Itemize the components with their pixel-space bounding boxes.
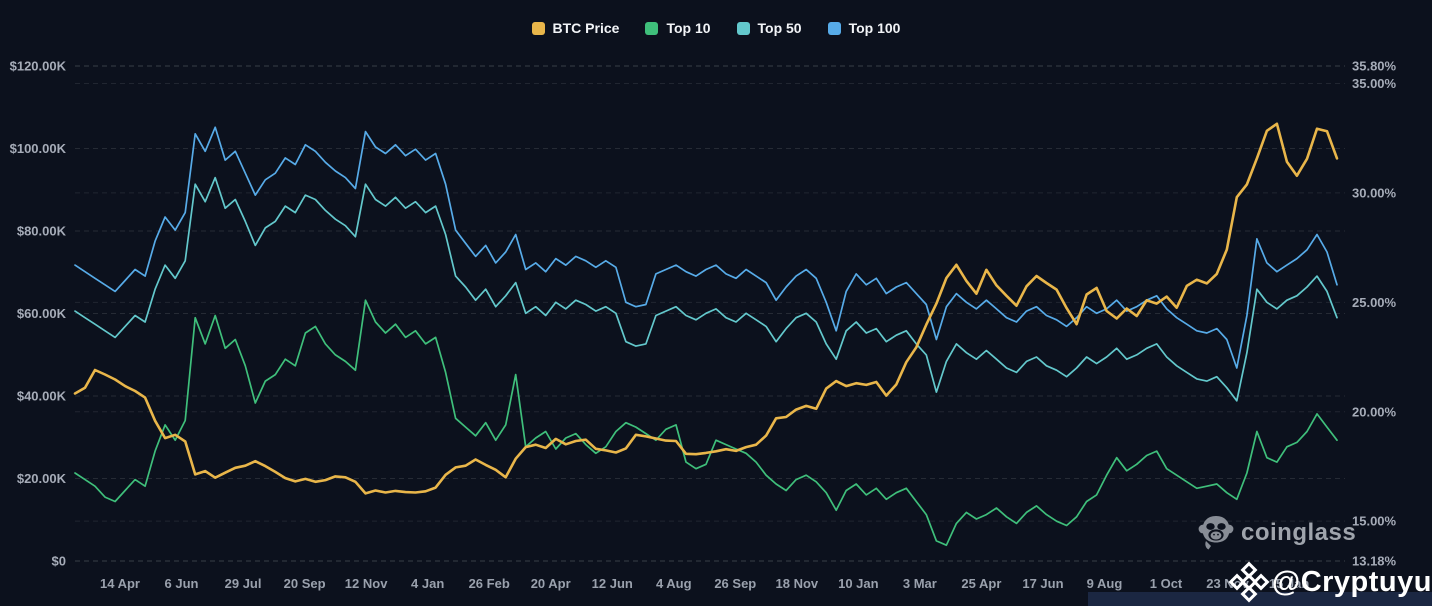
y-axis-left-label: $0 [52,554,66,569]
btc-price-line [75,124,1337,494]
chart-legend: BTC Price Top 10 Top 50 Top 100 [0,20,1432,36]
x-axis-label: 26 Feb [469,576,510,591]
legend-label: Top 10 [666,20,710,36]
binance-diamond-icon [1227,560,1271,604]
x-axis-label: 4 Aug [656,576,692,591]
chart-panel: $120.00K $100.00K $80.00K $60.00K $40.00K $20… [0,0,1432,606]
top-50-line [75,178,1337,401]
y-axis-right-label: 15.00% [1352,514,1397,529]
coinglass-wordmark: coinglass [1241,519,1356,547]
legend-swatch [532,22,545,35]
y-axis-right-label: 30.00% [1352,185,1397,200]
legend-label: Top 100 [849,20,901,36]
y-axis-left-label: $100.00K [10,141,67,156]
x-axis-label: 4 Jan [411,576,444,591]
legend-item-btc-price[interactable]: BTC Price [532,20,620,36]
x-axis-label: 12 Nov [345,576,388,591]
x-axis-label: 6 Jun [165,576,199,591]
legend-swatch [828,22,841,35]
y-axis-left-label: $80.00K [17,224,67,239]
watermark: @Cryptuyu [1227,560,1432,604]
y-axis-right-label: 35.80% [1352,59,1397,74]
y-axis-right-label: 20.00% [1352,404,1397,419]
x-axis-label: 3 Mar [903,576,937,591]
legend-label: Top 50 [758,20,802,36]
legend-swatch [737,22,750,35]
top-10-line [75,300,1337,545]
legend-label: BTC Price [553,20,620,36]
x-axis-label: 14 Apr [100,576,140,591]
legend-item-top-50[interactable]: Top 50 [737,20,802,36]
x-axis-label: 17 Jun [1022,576,1063,591]
x-axis-label: 29 Jul [225,576,262,591]
y-axis-left-label: $20.00K [17,471,67,486]
coinglass-logo: coinglass [1198,514,1356,552]
x-axis-label: 18 Nov [776,576,819,591]
y-axis-left-label: $120.00K [10,59,67,74]
y-axis-left-label: $40.00K [17,389,67,404]
x-axis-label: 20 Apr [531,576,571,591]
x-axis-label: 26 Sep [714,576,756,591]
x-axis-label: 20 Sep [284,576,326,591]
y-axis-right-label: 35.00% [1352,76,1397,91]
top-100-line [75,127,1337,368]
x-axis-label: 9 Aug [1087,576,1123,591]
legend-swatch [645,22,658,35]
y-axis-right-label: 25.00% [1352,295,1397,310]
x-axis-label: 1 Oct [1150,576,1183,591]
x-axis-label: 25 Apr [961,576,1001,591]
coinglass-gorilla-icon [1198,514,1234,552]
legend-item-top-10[interactable]: Top 10 [645,20,710,36]
watermark-text: @Cryptuyu [1272,566,1432,599]
y-axis-left-label: $60.00K [17,306,67,321]
x-axis-label: 12 Jun [592,576,633,591]
legend-item-top-100[interactable]: Top 100 [828,20,901,36]
x-axis-label: 10 Jan [838,576,879,591]
